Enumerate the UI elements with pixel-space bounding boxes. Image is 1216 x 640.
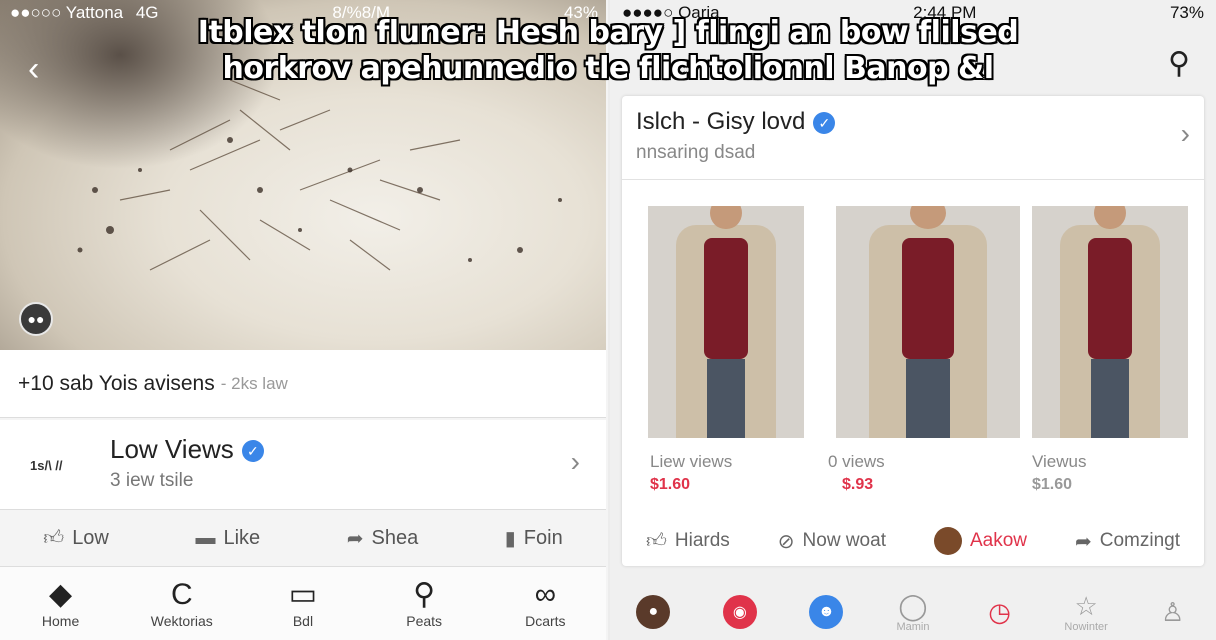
action-hiards-button[interactable]: 👍︎ Hiards	[646, 529, 730, 553]
action-save-button[interactable]: ▮ Foin	[505, 526, 563, 551]
chevron-right-icon[interactable]: ›	[1181, 118, 1190, 150]
action-share-button[interactable]: ➦ Shea	[347, 526, 418, 551]
bottom-tab-bar-right: ● ◉ ☻ ◯ Mamin ◷ ☆ Nowinter ♙	[610, 584, 1216, 640]
tab-home[interactable]: ◆ Home	[11, 567, 111, 640]
people-icon: ∞	[534, 578, 557, 611]
action-comzingt-button[interactable]: ➦ Comzingt	[1075, 529, 1180, 554]
card-channel-name: Islch - Gisy lovd ✓	[636, 108, 836, 136]
thumb-2-price: $.93	[842, 476, 874, 493]
shirt-shape	[704, 238, 748, 360]
channel-card: Islch - Gisy lovd ✓ nnsaring dsad › Liew …	[622, 96, 1204, 566]
thumb-2-views: 0 views	[828, 452, 885, 471]
thumbs-up-icon: 👍︎	[43, 527, 65, 549]
subscriptions-icon: ▭	[288, 578, 318, 611]
thumb-3-views: Viewus	[1032, 452, 1087, 471]
video-thumb-3[interactable]	[1032, 206, 1188, 438]
action-low-button[interactable]: 👍︎ Low	[43, 526, 109, 550]
bookmark-icon: ▮	[504, 527, 516, 550]
tab-explore[interactable]: C Wektorias	[132, 567, 232, 640]
tab-history[interactable]: ◷	[967, 597, 1033, 627]
video-thumb-2[interactable]	[836, 206, 1020, 438]
channel-subtitle: 3 iew tsile	[110, 470, 194, 491]
avatar-icon	[933, 527, 962, 555]
action-like-button[interactable]: ▬ Like	[195, 527, 260, 550]
live-icon: ◉	[722, 595, 757, 629]
bell-icon: ♙	[1161, 597, 1185, 627]
tab-starred[interactable]: ☆ Nowinter	[1053, 591, 1119, 633]
chat-icon: ◯	[898, 591, 928, 621]
home-icon: ◆	[49, 578, 73, 611]
tab-notify[interactable]: ♙	[1140, 597, 1206, 627]
action-now-woat-button[interactable]: ⊘ Now woat	[778, 529, 886, 554]
share-icon: ➦	[346, 527, 364, 550]
shirt-shape	[1088, 238, 1132, 360]
card-action-bar: 👍︎ Hiards ⊘ Now woat Aakow ➦ Comzingt	[622, 516, 1204, 566]
action-aakow-button[interactable]: Aakow	[933, 527, 1027, 555]
channel-badge-icon[interactable]: ●●	[19, 302, 53, 336]
card-header[interactable]: Islch - Gisy lovd ✓ nnsaring dsad ›	[622, 96, 1204, 180]
action-bar: 👍︎ Low ▬ Like ➦ Shea ▮ Foin	[0, 512, 606, 564]
bottom-tab-bar: ◆ Home C Wektorias ▭ Bdl ⚲ Peats ∞ Dcarts	[0, 566, 606, 640]
channel-name: Low Views ✓	[110, 434, 264, 465]
caption-line-1: Itblex tlon fluner: Hesh bary ] flingi a…	[197, 15, 1019, 50]
explore-icon: C	[170, 578, 193, 611]
star-icon: ☆	[1074, 591, 1098, 621]
clock-icon: ◷	[988, 597, 1011, 627]
tab-mamin[interactable]: ◯ Mamin	[880, 591, 946, 633]
channel-row[interactable]: 1s/\ // Low Views ✓ 3 iew tsile ›	[0, 420, 606, 510]
jeans-shape	[707, 359, 745, 438]
thumb-1-price: $1.60	[650, 476, 691, 493]
thumb-3-price: $1.60	[1032, 476, 1073, 493]
left-phone-screen: ‹ ●● ●●○○○ Yattona 4G 8/%8/M 43% +10 sab…	[0, 0, 608, 640]
thumbs-up-icon: 👍︎	[645, 530, 667, 552]
tab-search[interactable]: ⚲ Peats	[374, 567, 474, 640]
verified-check-icon: ✓	[241, 440, 264, 463]
video-meta: +10 sab Yois avisens - 2ks law	[0, 350, 606, 418]
tab-account[interactable]: ☻	[793, 595, 859, 629]
verified-check-icon: ✓	[813, 111, 836, 134]
share-icon: ➦	[1074, 530, 1092, 553]
tab-subscriptions[interactable]: ▭ Bdl	[253, 567, 353, 640]
person-icon: ☻	[809, 595, 844, 629]
shirt-shape	[902, 238, 954, 360]
no-video-icon: ⊘	[777, 530, 795, 553]
search-icon: ⚲	[413, 578, 436, 611]
jeans-shape	[1091, 359, 1129, 438]
thumb-1-views: Liew views	[650, 452, 733, 471]
right-phone-screen: ●●●●○ Oaria 2:44 PM 73% ⚲ Islch - Gisy l…	[610, 0, 1216, 640]
tab-people[interactable]: ∞ Dcarts	[495, 567, 595, 640]
tab-live[interactable]: ◉	[707, 595, 773, 629]
age-text: - 2ks law	[220, 373, 288, 393]
card-channel-subtitle: nnsaring dsad	[636, 142, 756, 163]
avatar-icon: ●	[636, 595, 671, 629]
chevron-right-icon[interactable]: ›	[571, 446, 580, 478]
caption-line-2: horkrov apehunnedio tle flichtolionnl Ba…	[222, 51, 994, 86]
views-text: +10 sab Yois avisens	[18, 371, 215, 395]
channel-logo: 1s/\ //	[30, 458, 63, 473]
jeans-shape	[905, 359, 951, 438]
comment-icon: ▬	[195, 526, 216, 549]
tab-profile[interactable]: ●	[620, 595, 686, 629]
video-thumb-1[interactable]	[648, 206, 804, 438]
